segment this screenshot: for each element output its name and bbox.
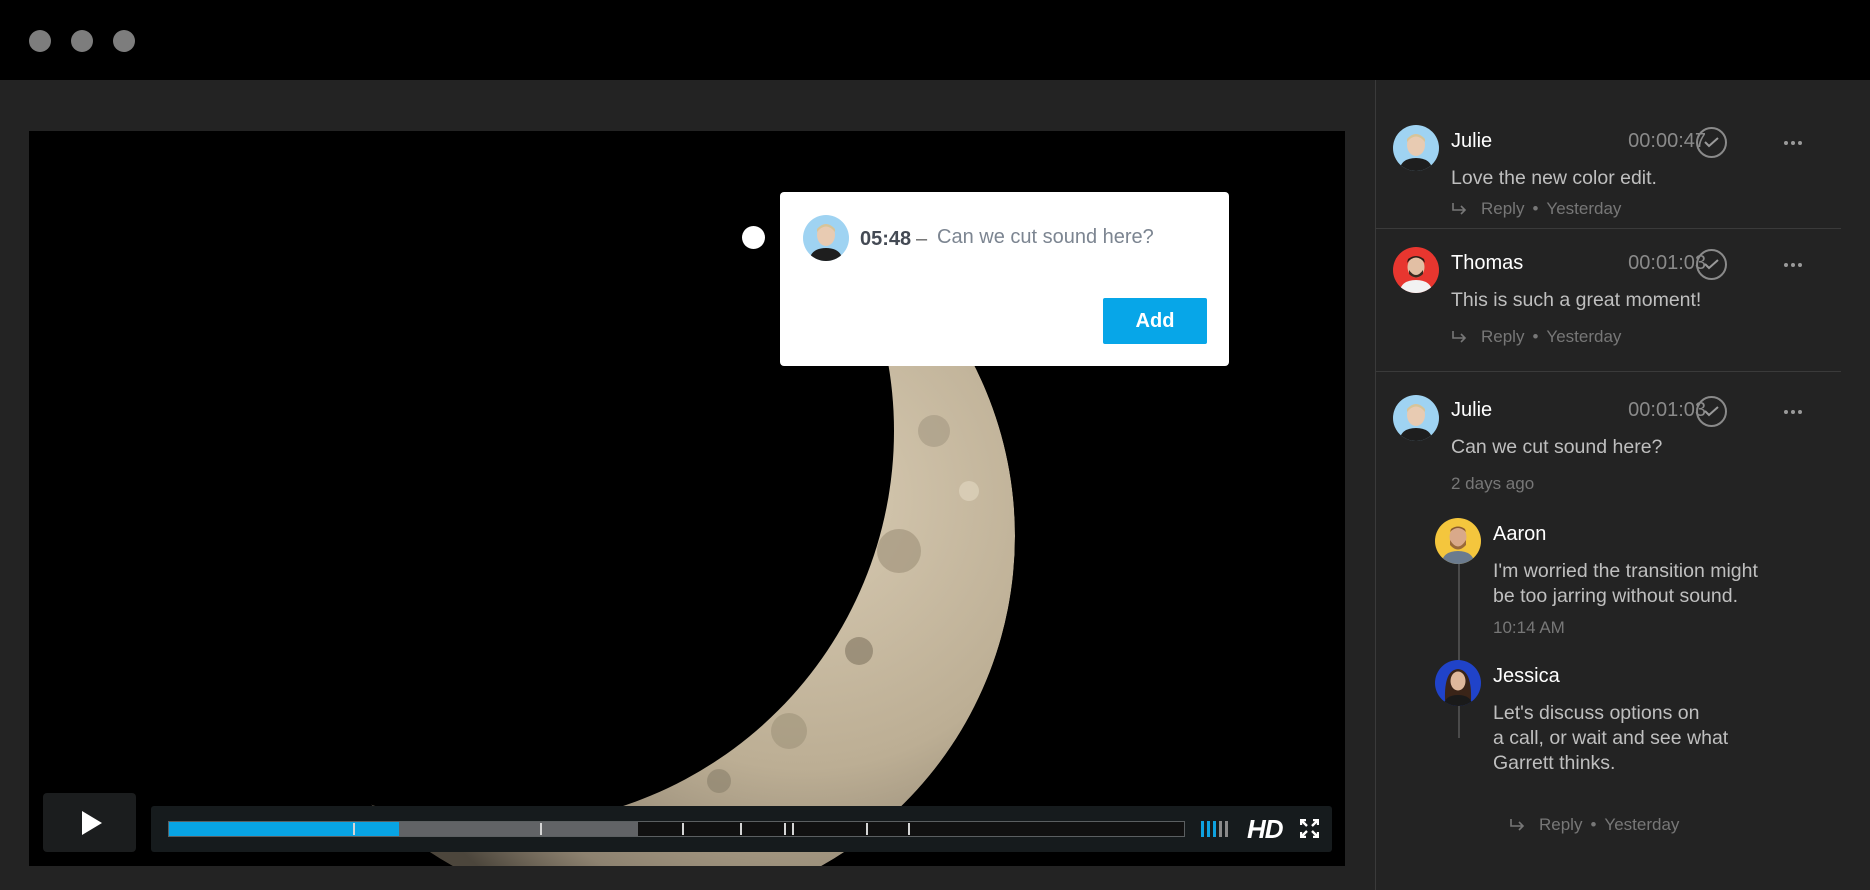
resolve-check-icon[interactable] xyxy=(1696,249,1727,280)
thread-line xyxy=(1458,558,1460,738)
window-minimize-dot[interactable] xyxy=(71,30,93,52)
annotation-input[interactable] xyxy=(937,226,1207,249)
popup-avatar xyxy=(803,215,849,261)
avatar xyxy=(1393,247,1439,293)
reply-author: Aaron xyxy=(1493,523,1547,545)
fullscreen-icon[interactable] xyxy=(1300,819,1319,838)
divider xyxy=(1376,228,1841,229)
comment-text: Can we cut sound here? xyxy=(1451,436,1663,458)
more-options-icon[interactable] xyxy=(1784,141,1802,145)
reply-link[interactable]: Reply xyxy=(1539,815,1582,834)
window-titlebar xyxy=(0,0,1870,80)
add-comment-button[interactable]: Add xyxy=(1103,298,1207,344)
timeline-scrubber[interactable] xyxy=(168,821,1185,837)
popup-separator: – xyxy=(916,228,928,250)
reply-text: I'm worried the transition might be too … xyxy=(1493,560,1758,607)
more-options-icon[interactable] xyxy=(1784,263,1802,267)
reply-arrow-icon xyxy=(1510,819,1525,831)
comment-meta: Reply • Yesterday xyxy=(1451,327,1621,347)
more-options-icon[interactable] xyxy=(1784,410,1802,414)
comment-tick[interactable] xyxy=(740,823,742,835)
play-button[interactable] xyxy=(43,793,136,852)
timeline-comment-marker[interactable] xyxy=(742,226,765,249)
window-close-dot[interactable] xyxy=(29,30,51,52)
comment-date: Yesterday xyxy=(1546,327,1622,346)
player-controls: HD xyxy=(151,806,1332,852)
popup-timestamp: 05:48 xyxy=(860,228,912,250)
avatar xyxy=(1435,660,1481,706)
reply-arrow-icon xyxy=(1452,203,1467,215)
resolve-check-icon[interactable] xyxy=(1696,127,1727,158)
reply-time: 10:14 AM xyxy=(1493,618,1565,637)
comment-timecode[interactable]: 00:00:47 xyxy=(1561,130,1706,153)
thread-reply-meta: Reply • Yesterday xyxy=(1509,815,1679,835)
volume-bars-icon[interactable] xyxy=(1201,821,1231,837)
window-maximize-dot[interactable] xyxy=(113,30,135,52)
comment-text: Love the new color edit. xyxy=(1451,167,1657,189)
reply-text: Let's discuss options on a call, or wait… xyxy=(1493,702,1729,774)
comment-date: 2 days ago xyxy=(1451,474,1535,493)
comment-tick[interactable] xyxy=(784,823,786,835)
reply-date: Yesterday xyxy=(1604,815,1680,834)
comment-author: Julie xyxy=(1451,399,1493,421)
comment-tick[interactable] xyxy=(353,823,355,835)
annotation-popup: 05:48 – Add xyxy=(780,192,1229,366)
comment-date: Yesterday xyxy=(1546,199,1622,218)
progress-bar xyxy=(169,822,399,836)
avatar xyxy=(1393,395,1439,441)
avatar xyxy=(1435,518,1481,564)
comment-tick[interactable] xyxy=(682,823,684,835)
comment-author: Julie xyxy=(1451,130,1493,152)
comment-author: Thomas xyxy=(1451,252,1524,274)
comment-meta: Reply • Yesterday xyxy=(1451,199,1621,219)
reply-link[interactable]: Reply xyxy=(1481,199,1524,218)
comment-tick[interactable] xyxy=(866,823,868,835)
resolve-check-icon[interactable] xyxy=(1696,396,1727,427)
comment-text: This is such a great moment! xyxy=(1451,289,1702,311)
comments-sidebar: Julie 00:00:47 Love the new color edit. … xyxy=(1375,80,1870,890)
reply-author: Jessica xyxy=(1493,665,1560,687)
reply-link[interactable]: Reply xyxy=(1481,327,1524,346)
reply-arrow-icon xyxy=(1452,331,1467,343)
comment-tick[interactable] xyxy=(540,823,542,835)
hd-toggle[interactable]: HD xyxy=(1247,814,1284,845)
play-icon xyxy=(82,811,102,835)
comment-tick[interactable] xyxy=(792,823,794,835)
avatar xyxy=(1393,125,1439,171)
comment-timecode[interactable]: 00:01:03 xyxy=(1561,252,1706,275)
divider xyxy=(1376,371,1841,372)
comment-timecode[interactable]: 00:01:03 xyxy=(1561,399,1706,422)
comment-tick[interactable] xyxy=(908,823,910,835)
